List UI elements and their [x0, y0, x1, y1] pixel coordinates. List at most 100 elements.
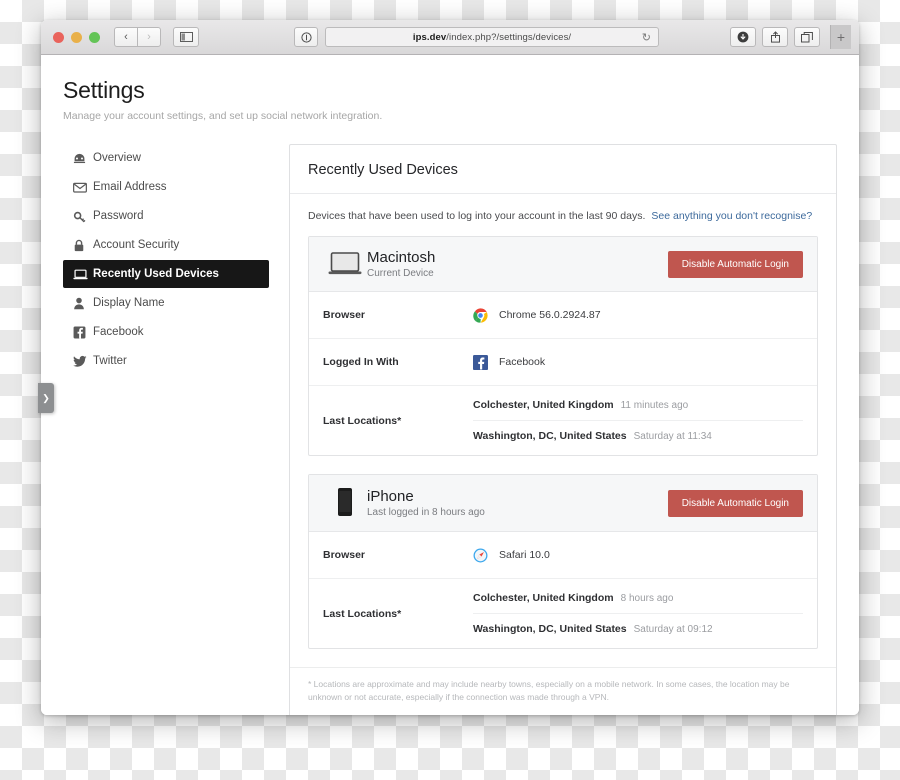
devices-panel: Recently Used Devices Devices that have …	[289, 144, 837, 715]
panel-description: Devices that have been used to log into …	[290, 194, 836, 236]
plus-icon: +	[836, 29, 846, 45]
page-title: Settings	[63, 77, 145, 103]
detail-value-wrap: Facebook	[473, 354, 546, 370]
sidebar-item-label: Password	[93, 210, 144, 222]
sidebar-item-recently-used-devices[interactable]: Recently Used Devices	[63, 260, 269, 288]
show-tabs-button[interactable]	[794, 27, 820, 47]
address-bar-area: ips.dev/index.php?/settings/devices/ ↻	[294, 27, 659, 47]
device-card: Macintosh Current Device Disable Automatic…	[308, 236, 818, 457]
envelope-icon	[73, 181, 93, 194]
back-button[interactable]: ‹	[114, 27, 138, 47]
device-header: Macintosh Current Device Disable Automatic…	[309, 237, 817, 293]
laptop-icon	[73, 268, 93, 281]
device-status: Last logged in 8 hours ago	[367, 507, 485, 519]
chevron-left-icon: ‹	[124, 31, 128, 43]
new-tab-button[interactable]: +	[830, 25, 851, 49]
download-icon	[737, 31, 749, 43]
detail-value-wrap: Safari 10.0	[473, 548, 550, 563]
location-place: Colchester, United Kingdom	[473, 399, 614, 412]
location-place: Washington, DC, United States	[473, 623, 627, 636]
locations-list: Colchester, United Kingdom 8 hours ago Was…	[473, 583, 803, 644]
sidebar-expand-tab[interactable]: ❯	[38, 383, 54, 413]
facebook-icon	[73, 326, 93, 339]
device-detail-row: Browser Safari 10.0	[309, 532, 817, 580]
sidebar-item-label: Email Address	[93, 181, 167, 193]
close-window-button[interactable]	[53, 31, 64, 43]
location-place: Colchester, United Kingdom	[473, 592, 614, 605]
device-meta: iPhone Last logged in 8 hours ago	[367, 488, 668, 518]
sidebar-icon	[179, 32, 193, 42]
location-time: 11 minutes ago	[620, 400, 689, 412]
show-sidebar-button[interactable]	[173, 27, 199, 47]
sidebar-item-label: Overview	[93, 152, 141, 164]
downloads-button[interactable]	[730, 27, 756, 47]
chrome-icon	[473, 308, 499, 323]
user-icon	[73, 297, 93, 310]
forward-button[interactable]: ›	[137, 27, 161, 47]
locations-label: Last Locations*	[323, 607, 402, 620]
tabs-icon	[801, 31, 813, 42]
safari-icon	[473, 548, 499, 563]
sidebar-item-display-name[interactable]: Display Name	[63, 289, 269, 317]
sidebar-item-password[interactable]: Password	[63, 202, 269, 230]
disable-automatic-login-button[interactable]: Disable Automatic Login	[667, 250, 803, 278]
device-header: iPhone Last logged in 8 hours ago Disable …	[309, 475, 817, 533]
sidebar-item-email-address[interactable]: Email Address	[63, 173, 269, 201]
device-list: Macintosh Current Device Disable Automatic…	[290, 236, 836, 650]
reload-icon[interactable]: ↻	[642, 31, 651, 44]
device-detail-row: Browser Chrome 56.0.2924.87	[309, 292, 817, 340]
url-text: ips.dev/index.php?/settings/devices/	[412, 31, 572, 43]
share-button[interactable]	[762, 27, 788, 47]
device-name: Macintosh	[367, 249, 436, 266]
minimize-window-button[interactable]	[71, 31, 82, 43]
key-icon	[73, 210, 93, 223]
browser-window: ‹ › ips.dev/index.php?/settings/devices/…	[41, 20, 859, 715]
chevron-right-icon: ›	[147, 31, 151, 43]
chevron-right-icon: ❯	[42, 392, 50, 403]
dashboard-icon	[73, 152, 93, 165]
sidebar-item-account-security[interactable]: Account Security	[63, 231, 269, 259]
device-detail-row: Logged In With Facebook	[309, 339, 817, 387]
sidebar-item-label: Account Security	[93, 239, 180, 251]
settings-content: Recently Used Devices Devices that have …	[269, 144, 859, 715]
reader-view-button[interactable]	[294, 27, 318, 47]
facebook-icon	[473, 354, 499, 370]
sidebar-item-overview[interactable]: Overview	[63, 144, 269, 172]
sidebar-item-twitter[interactable]: Twitter	[63, 347, 269, 375]
device-locations-row: Last Locations* Colchester, United Kingdo…	[309, 386, 817, 455]
settings-sidebar: Overview Email Address Password Account Sec…	[41, 144, 269, 715]
locations-label: Last Locations*	[323, 414, 402, 427]
device-name: iPhone	[367, 488, 414, 506]
detail-value: Chrome 56.0.2924.87	[499, 309, 601, 322]
recognise-link[interactable]: See anything you don't recognise?	[651, 210, 812, 222]
locations-list: Colchester, United Kingdom 11 minutes ago…	[473, 390, 803, 451]
url-input[interactable]: ips.dev/index.php?/settings/devices/ ↻	[325, 27, 659, 47]
sidebar-item-label: Display Name	[93, 297, 165, 309]
sidebar-item-facebook[interactable]: Facebook	[63, 318, 269, 346]
location-place: Washington, DC, United States	[473, 430, 627, 443]
laptop-icon	[323, 251, 367, 277]
location-time: Saturday at 09:12	[633, 624, 713, 636]
detail-label: Logged In With	[323, 356, 399, 369]
device-meta: Macintosh Current Device	[367, 249, 668, 279]
browser-toolbar: ‹ › ips.dev/index.php?/settings/devices/…	[41, 20, 859, 55]
detail-value: Facebook	[499, 356, 546, 369]
panel-title: Recently Used Devices	[290, 145, 836, 194]
lock-icon	[73, 239, 93, 252]
window-controls	[53, 31, 100, 43]
location-row: Washington, DC, United States Saturday at…	[473, 614, 803, 644]
device-card: iPhone Last logged in 8 hours ago Disable …	[308, 474, 818, 650]
device-status: Current Device	[367, 268, 434, 280]
detail-value: Safari 10.0	[499, 549, 550, 562]
sidebar-item-label: Twitter	[93, 355, 127, 367]
phone-icon	[323, 487, 367, 519]
sidebar-item-label: Recently Used Devices	[93, 268, 219, 280]
maximize-window-button[interactable]	[89, 31, 100, 43]
page-content: Settings Manage your account settings, a…	[41, 55, 859, 715]
navigation-buttons: ‹ ›	[114, 27, 161, 47]
locations-footnote: * Locations are approximate and may incl…	[290, 667, 836, 715]
location-row: Washington, DC, United States Saturday at…	[473, 421, 803, 451]
device-locations-row: Last Locations* Colchester, United Kingdo…	[309, 579, 817, 648]
panel-description-text: Devices that have been used to log into …	[308, 210, 646, 222]
disable-automatic-login-button[interactable]: Disable Automatic Login	[667, 489, 803, 517]
